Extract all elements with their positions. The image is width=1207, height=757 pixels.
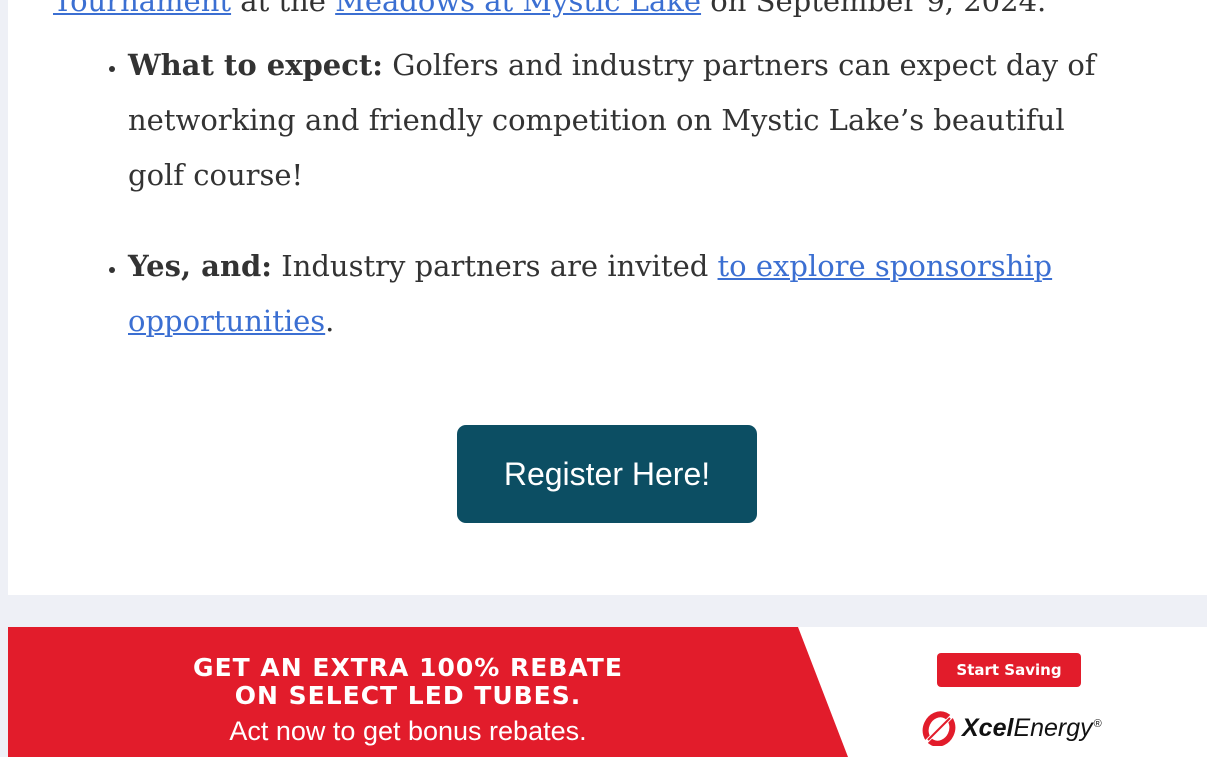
list-item-what-to-expect: What to expect: Golfers and industry par… bbox=[128, 38, 1128, 203]
intro-date-text: on September 9, 2024. bbox=[701, 0, 1047, 18]
article-card: Tournament at the Meadows at Mystic Lake… bbox=[8, 0, 1207, 595]
email-page: Tournament at the Meadows at Mystic Lake… bbox=[0, 0, 1207, 757]
ad-headline-line-2: ON SELECT LED TUBES. bbox=[234, 681, 582, 710]
start-saving-button[interactable]: Start Saving bbox=[937, 653, 1081, 687]
register-here-button[interactable]: Register Here! bbox=[457, 425, 757, 523]
ad-headline: GET AN EXTRA 100% REBATE ON SELECT LED T… bbox=[8, 654, 808, 710]
brand-registered-mark: ® bbox=[1093, 718, 1102, 730]
event-intro-line: Tournament at the Meadows at Mystic Lake… bbox=[53, 0, 1046, 23]
xcel-energy-ad-banner[interactable]: GET AN EXTRA 100% REBATE ON SELECT LED T… bbox=[8, 627, 1207, 757]
list-item-yes-and: Yes, and: Industry partners are invited … bbox=[128, 239, 1128, 349]
bullet-text: Industry partners are invited bbox=[272, 249, 718, 283]
details-list: What to expect: Golfers and industry par… bbox=[98, 38, 1128, 349]
bullet-label: What to expect: bbox=[128, 48, 383, 82]
ad-subline: Act now to get bonus rebates. bbox=[229, 716, 587, 746]
brand-name-light: Energy bbox=[1013, 713, 1093, 742]
bullet-label: Yes, and: bbox=[128, 249, 273, 283]
xcel-energy-logo-icon bbox=[920, 710, 960, 747]
cta-container: Register Here! bbox=[457, 425, 757, 523]
tournament-link[interactable]: Tournament bbox=[53, 0, 231, 18]
meadows-at-mystic-lake-link[interactable]: Meadows at Mystic Lake bbox=[335, 0, 701, 18]
brand-name-bold: Xcel bbox=[962, 713, 1014, 742]
xcel-energy-logo: Xcel Energy ® bbox=[920, 708, 1102, 748]
ad-headline-line-1: GET AN EXTRA 100% REBATE bbox=[193, 653, 623, 682]
intro-connector-text: at the bbox=[231, 0, 336, 18]
bullet-text-end: . bbox=[325, 304, 335, 338]
